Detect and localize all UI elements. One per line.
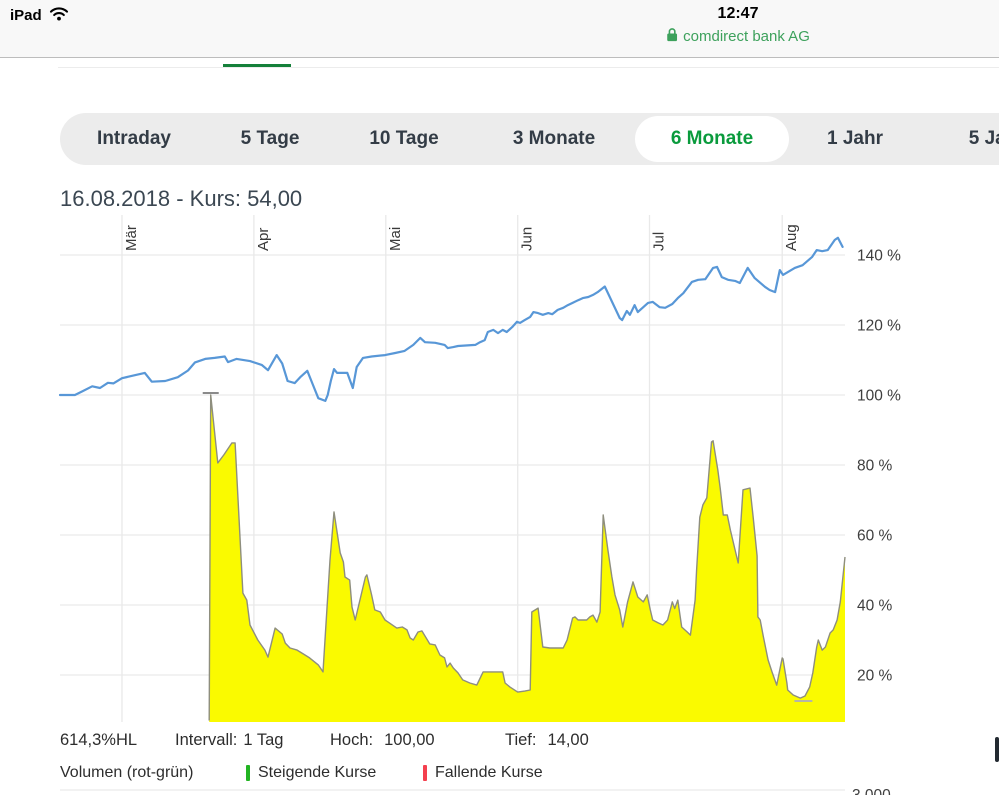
svg-text:Mai: Mai bbox=[387, 227, 404, 251]
tief-value: 14,00 bbox=[547, 731, 588, 749]
hoch-label: Hoch: bbox=[330, 731, 373, 749]
svg-text:120 %: 120 % bbox=[857, 318, 901, 335]
legend-up: Steigende Kurse bbox=[246, 764, 376, 782]
toolbar-rule bbox=[58, 67, 999, 68]
down-swatch bbox=[423, 765, 427, 781]
lock-icon bbox=[666, 27, 678, 46]
svg-text:20 %: 20 % bbox=[857, 668, 893, 685]
screen: iPad 12:47 comdirect bank AG bbox=[0, 0, 999, 795]
svg-text:100 %: 100 % bbox=[857, 388, 901, 405]
interval-label: Intervall: bbox=[175, 731, 237, 749]
interval-value: 1 Tag bbox=[243, 731, 283, 749]
clock: 12:47 bbox=[666, 5, 810, 23]
up-swatch bbox=[246, 765, 250, 781]
tab-10-tage[interactable]: 10 Tage bbox=[369, 113, 438, 165]
volume-legend-label: Volumen (rot-grün) bbox=[60, 764, 193, 782]
hoch-info: Hoch: 100,00 bbox=[330, 731, 435, 750]
device-label: iPad bbox=[10, 7, 42, 24]
svg-text:Jun: Jun bbox=[519, 227, 536, 251]
site-name: comdirect bank AG bbox=[683, 28, 810, 45]
tief-info: Tief: 14,00 bbox=[505, 731, 589, 750]
range-tabs: Intraday 5 Tage 10 Tage 3 Monate 6 Monate 1 J… bbox=[60, 113, 999, 165]
tab-5-tage[interactable]: 5 Tage bbox=[241, 113, 300, 165]
legend-down: Fallende Kurse bbox=[423, 764, 543, 782]
tief-label: Tief: bbox=[505, 731, 536, 749]
down-label: Fallende Kurse bbox=[435, 764, 543, 782]
svg-text:140 %: 140 % bbox=[857, 248, 901, 265]
hoch-value: 100,00 bbox=[384, 731, 434, 749]
svg-text:Jul: Jul bbox=[651, 232, 668, 251]
svg-text:Apr: Apr bbox=[255, 228, 272, 251]
svg-text:Aug: Aug bbox=[783, 224, 800, 251]
svg-text:60 %: 60 % bbox=[857, 528, 893, 545]
svg-text:3.000: 3.000 bbox=[852, 787, 891, 795]
status-left: iPad bbox=[10, 6, 69, 25]
svg-text:80 %: 80 % bbox=[857, 458, 893, 475]
scrollbar-thumb[interactable] bbox=[995, 737, 999, 762]
up-label: Steigende Kurse bbox=[258, 764, 376, 782]
tab-intraday[interactable]: Intraday bbox=[97, 113, 171, 165]
svg-text:Mär: Mär bbox=[123, 225, 140, 251]
wifi-icon bbox=[49, 6, 69, 25]
tab-5-jahre[interactable]: 5 Jahre bbox=[969, 113, 999, 165]
tab-1-jahr[interactable]: 1 Jahr bbox=[827, 113, 883, 165]
nav-active-underline bbox=[223, 64, 291, 67]
interval-info: Intervall: 1 Tag bbox=[175, 731, 283, 750]
page-title: 16.08.2018 - Kurs: 54,00 bbox=[60, 186, 302, 212]
hl-value: 614,3%HL bbox=[60, 731, 137, 750]
tab-6-monate[interactable]: 6 Monate bbox=[671, 113, 753, 165]
address-bar[interactable]: comdirect bank AG bbox=[666, 27, 810, 46]
svg-text:40 %: 40 % bbox=[857, 598, 893, 615]
tab-3-monate[interactable]: 3 Monate bbox=[513, 113, 595, 165]
status-bar: iPad 12:47 comdirect bank AG bbox=[0, 0, 999, 58]
status-center: 12:47 comdirect bank AG bbox=[666, 5, 810, 46]
